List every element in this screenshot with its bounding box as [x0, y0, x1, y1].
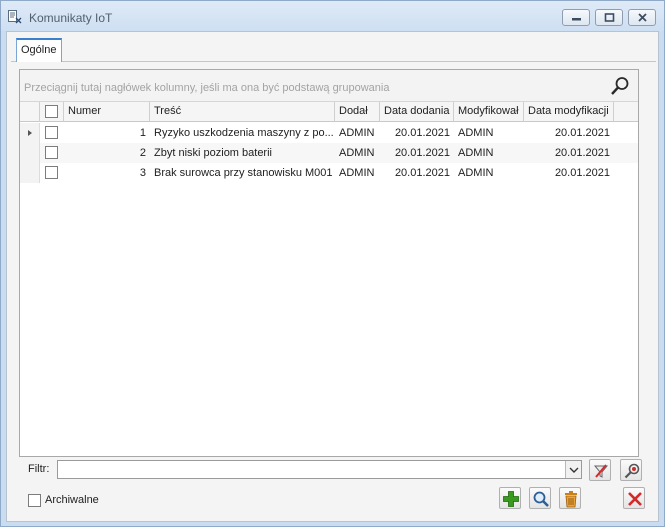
add-icon [503, 491, 519, 507]
messages-grid: Przeciągnij tutaj nagłówek kolumny, jeśl… [19, 69, 639, 457]
cell-tresc: Brak surowca przy stanowisku M001 [154, 167, 333, 179]
tab-ogolne[interactable]: Ogólne [16, 38, 62, 62]
select-all-checkbox[interactable] [45, 105, 58, 118]
magnifier-icon [533, 491, 549, 507]
filter-settings-icon [624, 463, 640, 479]
grid-header: Numer Treść Dodał Data dodania Modyfikow… [20, 102, 638, 122]
minimize-button[interactable] [562, 9, 590, 26]
window-title: Komunikaty IoT [29, 11, 113, 25]
window-client: Ogólne Przeciągnij tutaj nagłówek kolumn… [6, 31, 659, 522]
cell-numer: 2 [139, 147, 146, 159]
row-indicator [20, 143, 40, 163]
filter-settings-button[interactable] [620, 459, 642, 481]
add-button[interactable] [499, 487, 521, 509]
group-by-hint: Przeciągnij tutaj nagłówek kolumny, jeśl… [24, 82, 390, 94]
cell-numer: 1 [139, 127, 146, 139]
cell-data-dodania: 20.01.2021 [394, 147, 450, 159]
cell-tresc: Ryzyko uszkodzenia maszyny z po... [154, 127, 334, 139]
delete-button[interactable] [559, 487, 581, 509]
app-icon [8, 10, 22, 24]
column-header-data-modyfikacji[interactable]: Data modyfikacji [524, 102, 614, 122]
cell-modyfikowal: ADMIN [458, 167, 494, 179]
cell-data-modyfikacji: 20.01.2021 [554, 127, 610, 139]
cell-dodal: ADMIN [339, 167, 375, 179]
row-indicator [20, 123, 40, 143]
column-header-modyfikowal[interactable]: Modyfikował [454, 102, 524, 122]
window-close-button[interactable] [628, 9, 656, 26]
trash-icon [565, 491, 577, 508]
clear-filter-icon [593, 464, 609, 478]
cell-data-dodania: 20.01.2021 [394, 127, 450, 139]
row-indicator-header [20, 102, 40, 122]
table-row[interactable]: 3 Brak surowca przy stanowisku M001 ADMI… [20, 163, 638, 183]
close-icon [628, 492, 642, 506]
archiwalne-label: Archiwalne [45, 494, 99, 506]
cell-data-dodania: 20.01.2021 [394, 167, 450, 179]
archiwalne-checkbox[interactable] [28, 494, 41, 507]
window: Komunikaty IoT Ogólne Przeciągnij tutaj … [0, 0, 665, 527]
titlebar[interactable]: Komunikaty IoT [1, 1, 664, 31]
filter-input[interactable] [57, 460, 582, 479]
chevron-down-icon [569, 467, 579, 473]
clear-filter-button[interactable] [589, 459, 611, 481]
group-by-panel[interactable]: Przeciągnij tutaj nagłówek kolumny, jeśl… [20, 70, 638, 102]
row-indicator [20, 163, 40, 183]
cell-dodal: ADMIN [339, 127, 375, 139]
search-icon[interactable] [610, 76, 630, 96]
table-row[interactable]: 2 Zbyt niski poziom baterii ADMIN 20.01.… [20, 143, 638, 163]
filter-label: Filtr: [28, 463, 50, 475]
table-row[interactable]: 1 Ryzyko uszkodzenia maszyny z po... ADM… [20, 123, 638, 143]
cell-data-modyfikacji: 20.01.2021 [554, 147, 610, 159]
select-all-header [40, 102, 64, 122]
minimize-icon [572, 18, 581, 21]
cell-modyfikowal: ADMIN [458, 147, 494, 159]
row-checkbox[interactable] [45, 166, 58, 179]
close-button[interactable] [623, 487, 645, 509]
maximize-icon [604, 13, 615, 22]
cell-numer: 3 [139, 167, 146, 179]
cell-data-modyfikacji: 20.01.2021 [554, 167, 610, 179]
current-row-arrow-icon [28, 130, 32, 136]
maximize-button[interactable] [595, 9, 623, 26]
filter-dropdown-button[interactable] [565, 461, 581, 478]
column-header-tresc[interactable]: Treść [150, 102, 335, 122]
column-header-dodal[interactable]: Dodał [335, 102, 380, 122]
cell-tresc: Zbyt niski poziom baterii [154, 147, 272, 159]
row-checkbox[interactable] [45, 146, 58, 159]
close-icon [638, 13, 647, 22]
preview-button[interactable] [529, 487, 551, 509]
cell-dodal: ADMIN [339, 147, 375, 159]
column-header-data-dodania[interactable]: Data dodania [380, 102, 454, 122]
column-header-numer[interactable]: Numer [64, 102, 150, 122]
row-checkbox[interactable] [45, 126, 58, 139]
cell-modyfikowal: ADMIN [458, 127, 494, 139]
